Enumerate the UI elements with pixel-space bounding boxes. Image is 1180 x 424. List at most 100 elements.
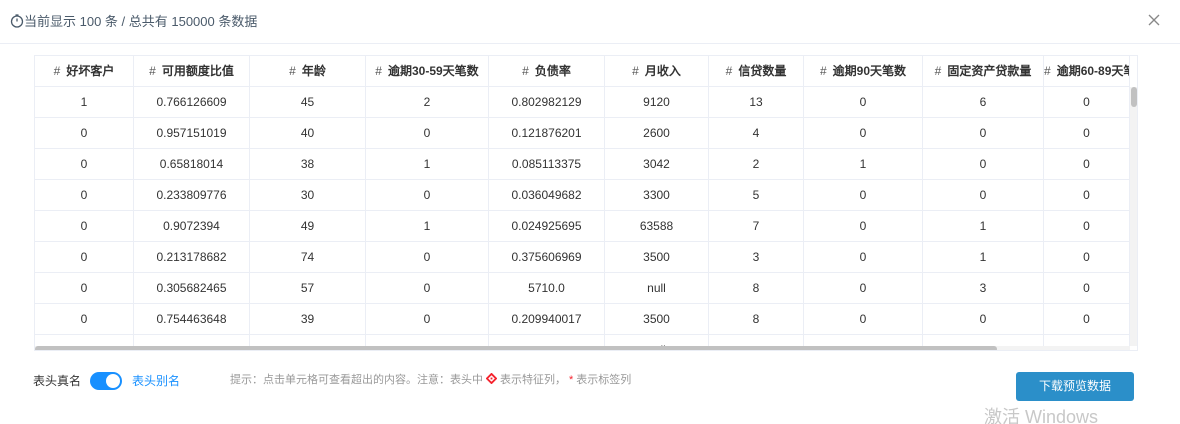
table-cell[interactable]: 0 [804, 118, 923, 149]
table-cell[interactable]: 0.233809776 [134, 180, 250, 211]
table-cell[interactable]: 0.305682465 [134, 273, 250, 304]
header-name-toggle[interactable] [90, 372, 122, 390]
table-cell[interactable]: 1 [804, 149, 923, 180]
table-cell[interactable]: 3300 [605, 180, 709, 211]
column-header[interactable]: # 月收入 [605, 56, 709, 87]
table-cell[interactable] [250, 335, 366, 346]
column-header[interactable]: # 好坏客户 [35, 56, 134, 87]
table-cell[interactable]: 0.121876201 [489, 118, 605, 149]
table-cell[interactable] [709, 335, 804, 346]
table-cell[interactable]: 3 [923, 273, 1044, 304]
table-cell[interactable]: 0.209940017 [489, 304, 605, 335]
table-cell[interactable]: 74 [250, 242, 366, 273]
table-cell[interactable]: 1 [923, 211, 1044, 242]
table-cell[interactable]: 0 [35, 273, 134, 304]
table-cell[interactable] [366, 335, 489, 346]
table-cell[interactable]: 8 [709, 304, 804, 335]
column-header[interactable]: # 逾期60-89天笔数 [1044, 56, 1130, 87]
table-cell[interactable]: 1 [923, 242, 1044, 273]
table-cell[interactable]: 63588 [605, 211, 709, 242]
column-header[interactable]: # 固定资产贷款量 [923, 56, 1044, 87]
table-cell[interactable]: 13 [709, 87, 804, 118]
table-cell[interactable]: 38 [250, 149, 366, 180]
table-cell[interactable] [804, 335, 923, 346]
vertical-scrollbar-thumb[interactable] [1131, 87, 1137, 107]
header-alias-label[interactable]: 表头别名 [132, 372, 180, 390]
table-cell[interactable]: 0 [804, 211, 923, 242]
table-cell[interactable]: 49 [250, 211, 366, 242]
table-cell[interactable]: 40 [250, 118, 366, 149]
table-cell[interactable]: 8 [709, 273, 804, 304]
table-cell[interactable]: 0 [35, 211, 134, 242]
table-cell[interactable]: 7 [709, 211, 804, 242]
column-header[interactable]: # 年龄 [250, 56, 366, 87]
table-cell[interactable]: 0.802982129 [489, 87, 605, 118]
table-cell[interactable]: 0 [804, 242, 923, 273]
table-cell[interactable]: 3500 [605, 304, 709, 335]
table-cell[interactable]: 0.754463648 [134, 304, 250, 335]
table-cell[interactable]: 45 [250, 87, 366, 118]
table-cell[interactable]: 1 [35, 87, 134, 118]
table-cell[interactable]: 0 [1044, 304, 1130, 335]
table-cell[interactable]: 0 [804, 273, 923, 304]
horizontal-scrollbar-thumb[interactable] [35, 346, 997, 350]
table-cell[interactable]: 1 [366, 149, 489, 180]
table-cell[interactable]: 3500 [605, 242, 709, 273]
table-cell[interactable]: 0 [1044, 242, 1130, 273]
table-cell[interactable]: 39 [250, 304, 366, 335]
table-cell[interactable]: 0.9072394 [134, 211, 250, 242]
table-cell[interactable]: 0 [1044, 180, 1130, 211]
vertical-scrollbar[interactable] [1130, 87, 1137, 346]
table-cell[interactable] [35, 335, 134, 346]
table-cell[interactable]: 0 [35, 242, 134, 273]
table-cell[interactable]: 0 [1044, 211, 1130, 242]
table-cell[interactable]: 0.085113375 [489, 149, 605, 180]
table-cell[interactable]: 0 [923, 304, 1044, 335]
table-cell[interactable]: 0 [35, 118, 134, 149]
table-cell[interactable]: 0.024925695 [489, 211, 605, 242]
table-cell[interactable]: 3042 [605, 149, 709, 180]
table-cell[interactable]: 57 [250, 273, 366, 304]
table-cell[interactable] [489, 335, 605, 346]
table-cell[interactable]: 0 [923, 118, 1044, 149]
table-cell[interactable]: 0.375606969 [489, 242, 605, 273]
close-icon[interactable] [1146, 12, 1162, 28]
table-cell[interactable]: 0 [1044, 118, 1130, 149]
table-cell[interactable]: 0 [1044, 87, 1130, 118]
table-cell[interactable] [1044, 335, 1130, 346]
download-preview-button[interactable]: 下载预览数据 [1016, 372, 1134, 401]
table-cell[interactable]: 0 [35, 304, 134, 335]
table-cell[interactable]: 0 [366, 273, 489, 304]
table-cell[interactable]: 0 [1044, 149, 1130, 180]
column-header[interactable]: # 可用额度比值 [134, 56, 250, 87]
column-header[interactable]: # 逾期90天笔数 [804, 56, 923, 87]
table-cell[interactable]: 0 [35, 180, 134, 211]
table-cell[interactable]: 0.957151019 [134, 118, 250, 149]
table-cell[interactable]: 6 [923, 87, 1044, 118]
table-cell[interactable]: 9120 [605, 87, 709, 118]
column-header[interactable]: # 负债率 [489, 56, 605, 87]
table-cell[interactable]: 2 [366, 87, 489, 118]
table-cell[interactable]: 0 [804, 180, 923, 211]
column-header[interactable]: # 逾期30-59天笔数 [366, 56, 489, 87]
table-cell[interactable]: 0 [804, 304, 923, 335]
table-cell[interactable] [923, 335, 1044, 346]
table-cell[interactable]: 5710.0 [489, 273, 605, 304]
column-header[interactable]: # 信贷数量 [709, 56, 804, 87]
table-cell[interactable]: 4 [709, 118, 804, 149]
horizontal-scrollbar[interactable] [35, 346, 1130, 350]
table-cell[interactable]: null [605, 273, 709, 304]
table-cell[interactable]: 1 [366, 211, 489, 242]
table-cell[interactable]: 0 [366, 242, 489, 273]
table-cell[interactable]: 0 [366, 304, 489, 335]
table-cell[interactable]: 0 [366, 118, 489, 149]
table-cell[interactable]: 0 [804, 87, 923, 118]
table-cell[interactable]: 0.036049682 [489, 180, 605, 211]
table-cell[interactable]: 0.65818014 [134, 149, 250, 180]
table-cell[interactable]: 0.213178682 [134, 242, 250, 273]
table-cell[interactable]: 2 [709, 149, 804, 180]
table-cell[interactable]: 3 [709, 242, 804, 273]
table-cell[interactable]: 2600 [605, 118, 709, 149]
table-cell[interactable] [134, 335, 250, 346]
table-cell[interactable]: 5 [709, 180, 804, 211]
